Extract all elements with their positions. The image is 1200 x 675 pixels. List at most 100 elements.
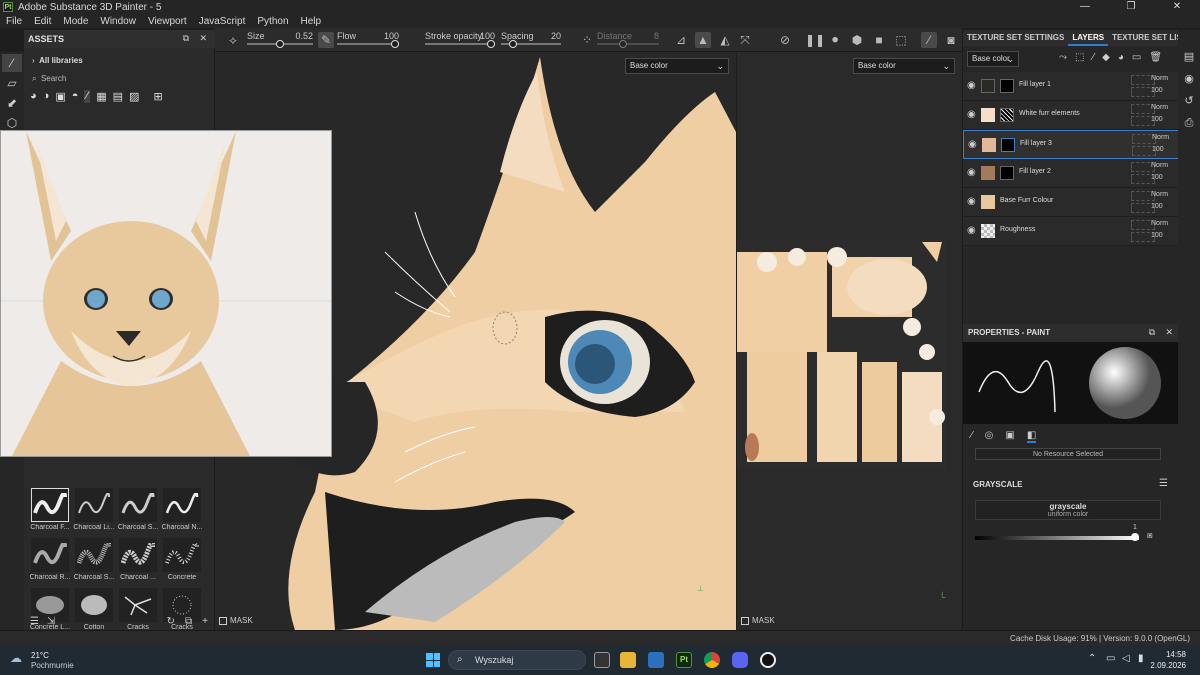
close-panel-icon[interactable]: ✕ — [1165, 327, 1173, 338]
eye-icon[interactable]: ◉ — [968, 139, 977, 150]
add-effect-icon[interactable]: ⤳ — [1059, 52, 1067, 63]
lazy-mouse-icon[interactable]: ⁘ — [579, 32, 595, 48]
blend-mode[interactable]: Norm — [1151, 191, 1168, 198]
menu-help[interactable]: Help — [295, 16, 328, 27]
maximize-button[interactable]: ❐ — [1108, 0, 1154, 14]
particle-filter-icon[interactable]: ▦ — [96, 90, 106, 103]
stroke-opacity-knob[interactable] — [487, 40, 495, 48]
brush-item[interactable]: Charcoal ... — [116, 538, 160, 586]
eye-icon[interactable]: ◉ — [967, 167, 976, 178]
refresh-icon[interactable]: ↻ — [167, 616, 175, 627]
close-panel-icon[interactable]: ✕ — [199, 33, 207, 44]
brush-item[interactable]: Charcoal N... — [160, 488, 204, 536]
size-knob[interactable] — [276, 40, 284, 48]
camera-mode-icon[interactable]: ⚫ — [827, 32, 843, 48]
screenshot-icon[interactable]: ◙ — [943, 32, 959, 48]
material-tab-icon[interactable]: ◧ — [1026, 430, 1037, 443]
channel-dropdown-3d[interactable]: Base color ⌄ — [625, 58, 729, 74]
paint-mode-icon[interactable]: ⁄ — [921, 32, 937, 48]
material-filter-icon[interactable]: ◕ — [30, 90, 37, 103]
brush-settings-icon[interactable]: ⟡ — [225, 32, 241, 48]
stencil-tab-icon[interactable]: ▣ — [1005, 430, 1014, 443]
eraser-tool-icon[interactable]: ▱ — [2, 74, 22, 92]
spacing-slider[interactable]: Spacing 20 — [501, 31, 561, 49]
distance-slider[interactable]: Distance 8 — [597, 31, 659, 49]
flow-knob[interactable] — [391, 40, 399, 48]
mirror-axis-icon[interactable]: ◭ — [717, 32, 733, 48]
layer-opacity[interactable]: 100 — [1151, 203, 1163, 210]
render-icon[interactable]: ⬚ — [893, 32, 909, 48]
smart-mask-filter-icon[interactable]: ◓ — [72, 90, 79, 103]
video-camera-icon[interactable]: ■ — [871, 32, 887, 48]
outlook-icon[interactable] — [648, 652, 664, 668]
clock-time[interactable]: 14:58 — [1140, 650, 1186, 659]
weather-temp[interactable]: 21°C — [31, 651, 49, 660]
layer-opacity[interactable]: 100 — [1151, 232, 1163, 239]
menu-file[interactable]: File — [0, 16, 28, 27]
menu-javascript[interactable]: JavaScript — [193, 16, 252, 27]
tab-layers[interactable]: LAYERS — [1068, 30, 1109, 46]
display-settings-icon[interactable]: ▤ — [1178, 46, 1200, 68]
eye-icon[interactable]: ◉ — [967, 80, 976, 91]
menu-edit[interactable]: Edit — [28, 16, 57, 27]
blend-mode[interactable]: Norm — [1152, 134, 1169, 141]
size-slider[interactable]: Size 0.52 — [247, 31, 313, 49]
search-input[interactable]: Search — [41, 74, 66, 83]
menu-window[interactable]: Window — [94, 16, 142, 27]
pen-pressure-icon[interactable]: ✎ — [318, 32, 334, 48]
blend-mode[interactable]: Norm — [1151, 104, 1168, 111]
add-smart-material-icon[interactable]: ◕ — [1118, 52, 1124, 63]
channel-dropdown-2d[interactable]: Base color ⌄ — [853, 58, 955, 74]
menu-icon[interactable]: ☰ — [1159, 478, 1168, 489]
layer-opacity[interactable]: 100 — [1151, 116, 1163, 123]
chrome-icon[interactable] — [704, 652, 720, 668]
flow-slider[interactable]: Flow 100 — [337, 31, 399, 49]
speaker-icon[interactable]: ◁ — [1122, 653, 1130, 664]
blend-mode[interactable]: Norm — [1151, 162, 1168, 169]
brush-item[interactable]: Charcoal S... — [72, 538, 116, 586]
grid-view-icon[interactable]: ⊞ — [153, 90, 162, 103]
weather-desc[interactable]: Pochmurnie — [31, 661, 74, 670]
all-libraries[interactable]: › All libraries — [32, 56, 83, 65]
brush-item[interactable]: Concrete L... — [28, 588, 72, 636]
history-icon[interactable]: ↺ — [1178, 90, 1200, 112]
hide-icon[interactable]: ⊘ — [777, 32, 793, 48]
alpha-tab-icon[interactable]: ◎ — [985, 430, 994, 443]
brush-item[interactable]: Cracks — [116, 588, 160, 636]
brush-item[interactable]: Charcoal Li... — [72, 488, 116, 536]
import-icon[interactable]: ⇲ — [47, 616, 55, 627]
brush-item[interactable]: Cracks — [160, 588, 204, 636]
menu-mode[interactable]: Mode — [57, 16, 94, 27]
spacing-knob[interactable] — [509, 40, 517, 48]
smart-material-filter-icon[interactable]: ◑ — [43, 90, 50, 103]
shader-settings-icon[interactable]: ◉ — [1178, 68, 1200, 90]
mask-toggle-3d[interactable]: MASK — [219, 616, 253, 625]
mirror-icon[interactable]: ▲ — [695, 32, 711, 48]
task-view-icon[interactable] — [594, 652, 610, 668]
eye-icon[interactable]: ◉ — [967, 109, 976, 120]
tab-texture-set-settings[interactable]: TEXTURE SET SETTINGS — [963, 30, 1068, 46]
layer-mask-thumbnail[interactable] — [1000, 79, 1014, 93]
brush-item[interactable]: Charcoal S... — [116, 488, 160, 536]
minimize-button[interactable]: — — [1062, 0, 1108, 14]
grayscale-slider[interactable] — [975, 533, 1139, 541]
brush-item[interactable]: Cotton — [72, 588, 116, 636]
taskbar-search-input[interactable]: Wyszukaj — [475, 655, 513, 665]
layer-mask-thumbnail[interactable] — [1000, 108, 1014, 122]
stroke-opacity-slider[interactable]: Stroke opacity 100 — [425, 31, 495, 49]
float-icon[interactable]: ⧉ — [183, 33, 189, 44]
layer-mask-thumbnail[interactable] — [1000, 166, 1014, 180]
symmetry-icon[interactable]: ⊿ — [673, 32, 689, 48]
blend-mode[interactable]: Norm — [1151, 220, 1168, 227]
add-icon[interactable]: + — [202, 616, 208, 627]
layer-row[interactable]: ◉ White furr elements Norm 100 — [963, 101, 1179, 130]
pinned-app-icon[interactable] — [760, 652, 776, 668]
display-icon[interactable]: ▭ — [1106, 653, 1115, 664]
add-paint-layer-icon[interactable]: ⁄ — [1092, 52, 1094, 63]
blend-mode[interactable]: Norm — [1151, 75, 1168, 82]
grayscale-resource[interactable]: grayscale uniform color — [975, 500, 1161, 520]
eye-icon[interactable]: ◉ — [967, 225, 976, 236]
discord-icon[interactable] — [732, 652, 748, 668]
close-button[interactable]: ✕ — [1154, 0, 1200, 14]
search-row[interactable]: ⌕ Search — [32, 74, 66, 84]
